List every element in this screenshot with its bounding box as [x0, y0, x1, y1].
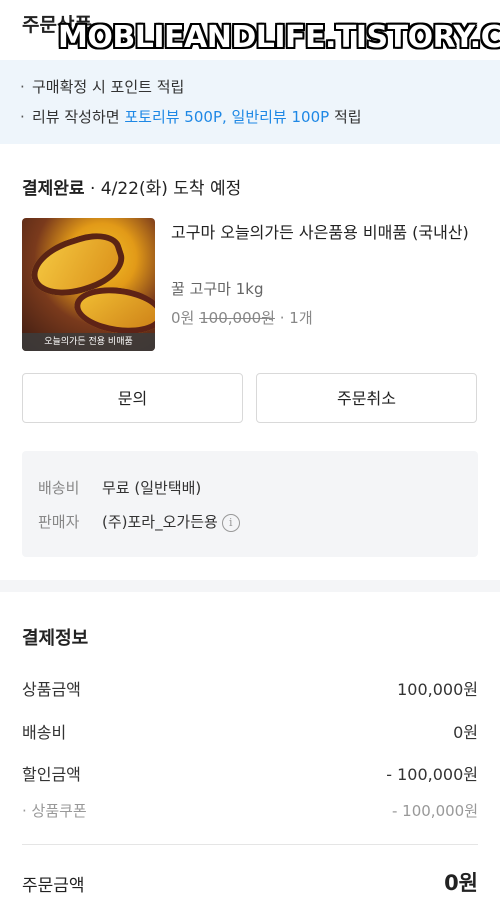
cancel-order-button[interactable]: 주문취소 [256, 373, 477, 423]
discount-amount-label: 할인금액 [22, 765, 81, 784]
product-amount-value: 100,000원 [397, 680, 478, 699]
seller-label: 판매자 [38, 513, 80, 531]
seller-value: (주)포라_오가든용 i [102, 511, 240, 532]
notice-line-review: · 리뷰 작성하면 포토리뷰 500P, 일반리뷰 100P 적립 [20, 106, 362, 127]
product-amount-label: 상품금액 [22, 680, 81, 699]
discount-amount-value: - 100,000원 [386, 765, 478, 784]
payment-info-title: 결제정보 [22, 628, 89, 649]
bullet: · [20, 78, 25, 96]
quantity: · 1개 [274, 309, 313, 327]
payment-status: 결제완료 [22, 179, 85, 199]
product-thumbnail[interactable]: 오늘의가든 전용 비매품 [22, 218, 155, 351]
shipping-fee-value: 무료 (일반택배) [102, 479, 202, 497]
info-circle-icon[interactable]: i [221, 513, 240, 532]
order-total-value: 0원 [444, 871, 478, 895]
delivery-info-box: 배송비 무료 (일반택배) 판매자 (주)포라_오가든용 i [22, 451, 478, 557]
order-total-label: 주문금액 [22, 876, 85, 896]
product-name[interactable]: 고구마 오늘의가든 사은품용 비매품 (국내산) [171, 220, 481, 246]
bullet: · [20, 108, 25, 126]
watermark-text: MOBLIEANDLIFE.TISTORY.COM [58, 20, 500, 55]
arrival-estimate: · 4/22(화) 도착 예정 [84, 179, 242, 199]
section-divider [0, 580, 500, 592]
notice-text: 리뷰 작성하면 [32, 108, 125, 126]
product-price-line: 0원 100,000원 · 1개 [171, 307, 313, 328]
order-status: 결제완료 · 4/22(화) 도착 예정 [22, 174, 241, 199]
shipping-fee-label: 배송비 [38, 479, 80, 497]
points-notice: · 구매확정 시 포인트 적립 · 리뷰 작성하면 포토리뷰 500P, 일반리뷰 … [0, 60, 500, 144]
review-points-highlight: 포토리뷰 500P, 일반리뷰 100P [124, 108, 330, 126]
total-divider [22, 844, 478, 845]
shipping-amount-label: 배송비 [22, 723, 67, 742]
notice-line-purchase: · 구매확정 시 포인트 적립 [20, 76, 184, 97]
inquiry-button[interactable]: 문의 [22, 373, 243, 423]
notice-text: 구매확정 시 포인트 적립 [32, 78, 185, 96]
shipping-amount-value: 0원 [453, 723, 478, 742]
sale-price: 0원 [171, 309, 195, 327]
product-option: 꿀 고구마 1kg [171, 280, 264, 298]
order-detail-page: 주문상품 MOBLIEANDLIFE.TISTORY.COM ·구매확정 시 포… [0, 0, 500, 911]
thumbnail-caption: 오늘의가든 전용 비매품 [22, 333, 155, 351]
notice-text-suffix: 적립 [329, 108, 362, 126]
coupon-value: - 100,000원 [391, 802, 478, 820]
original-price: 100,000원 [199, 309, 275, 327]
coupon-label: · 상품쿠폰 [22, 802, 87, 820]
seller-name: (주)포라_오가든용 [102, 513, 218, 531]
